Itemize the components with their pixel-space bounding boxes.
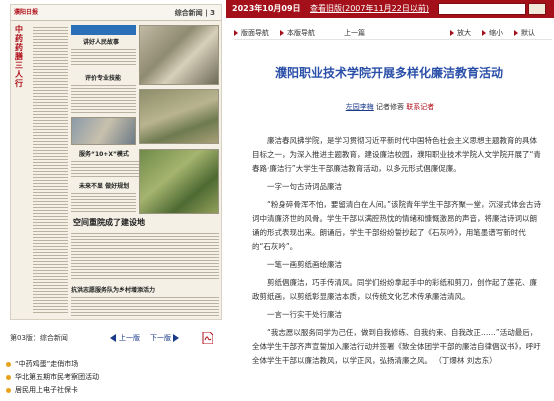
triangle-icon <box>234 30 238 36</box>
list-item[interactable]: 居民用上电子社保卡 <box>6 384 222 397</box>
reporter-name: 记者修蓉 <box>376 103 404 111</box>
thumb-photo-2 <box>139 89 219 144</box>
zoom-default-label: 默认 <box>521 29 535 37</box>
bullet-icon <box>6 374 11 380</box>
page-navigation: 第03版：综合新闻 上一版 下一版 <box>10 330 222 346</box>
article-body: 廉洁春风拂学院，是学习贯彻习近平新时代中国特色社会主义思想主题教育的具体目标之一… <box>252 134 542 372</box>
triangle-icon <box>450 30 454 36</box>
page-nav-link[interactable]: 版面导航 <box>234 26 269 40</box>
subheading: 一笔一画剪纸画绘廉洁 <box>267 260 342 269</box>
issue-date: 2023年10月09日 <box>232 4 301 13</box>
related-articles-list: “中药鸡蛋”走俏市场 华北第五期市民考察团活动 居民用上电子社保卡 <box>6 358 222 397</box>
top-bar: 2023年10月09日 查看旧版(2007年11月22日以前) <box>226 0 554 18</box>
thumb-text-column <box>71 231 219 279</box>
article-panel: 2023年10月09日 查看旧版(2007年11月22日以前) 版面导航 本版导… <box>226 0 554 401</box>
zoom-default-link[interactable]: 默认 <box>514 26 535 40</box>
page-nav-label: 版面导航 <box>241 29 269 37</box>
zoom-in-label: 放大 <box>457 29 471 37</box>
thumb-text-column <box>71 47 136 67</box>
this-page-nav-link[interactable]: 本版导航 <box>280 26 315 40</box>
author-link[interactable]: 左园李梅 <box>346 103 374 111</box>
paragraph: 剪纸倡廉洁，巧手传清风。同学们纷纷拿起手中的彩纸和剪刀，创作起了莲花、廉政剪纸画… <box>252 278 537 301</box>
article-title: 濮阳职业技术学院开展多样化廉洁教育活动 <box>274 66 503 80</box>
thumb-headline-2: 评价专业技能 <box>85 75 122 82</box>
thumb-photo-1 <box>139 25 219 85</box>
page-label: 第03版：综合新闻 <box>10 334 68 342</box>
triangle-icon <box>482 30 486 36</box>
list-item[interactable]: 华北第五期市民考察团活动 <box>6 371 222 384</box>
thumb-text-column <box>71 295 219 317</box>
thumb-headline-4: 未来不显 做好规划 <box>79 183 130 190</box>
byline: 左园李梅 记者修蓉 联系记者 <box>226 102 554 112</box>
article-navbar: 版面导航 本版导航 上一篇 放大 缩小 默认 <box>234 26 552 40</box>
paragraph: “我志愿以服务同学为己任，做到自我修练、自我约束、自我改正……”活动最后，全体学… <box>252 328 541 365</box>
list-item[interactable]: “中药鸡蛋”走俏市场 <box>6 358 222 371</box>
thumb-headline-3: 服务“10+X”模式 <box>79 151 129 158</box>
subheading: 一字一句古诗词品廉洁 <box>267 182 342 191</box>
search-input[interactable] <box>438 3 526 15</box>
newspaper-page-thumbnail[interactable]: 濮阳日报 综合新闻 | 3 中药药膳三人行 讲好人民故事 评价专业技能 服务“1… <box>10 4 222 320</box>
zoom-out-link[interactable]: 缩小 <box>482 26 503 40</box>
bullet-icon <box>6 361 11 367</box>
prev-page-label: 上一版 <box>119 334 140 342</box>
paragraph: 廉洁春风拂学院，是学习贯彻习近平新时代中国特色社会主义思想主题教育的具体目标之一… <box>252 136 541 173</box>
this-page-nav-label: 本版导航 <box>287 29 315 37</box>
contact-reporter-link[interactable]: 联系记者 <box>406 103 434 111</box>
thumb-headline-6: 抗洪志愿服务队为乡村增添活力 <box>71 287 156 294</box>
zoom-in-link[interactable]: 放大 <box>450 26 471 40</box>
bullet-icon <box>6 387 11 393</box>
thumb-page-name: 综合新闻 | 3 <box>174 9 215 17</box>
prev-page-link[interactable]: 上一版 <box>110 330 140 346</box>
thumb-text-column <box>71 191 136 213</box>
zoom-out-label: 缩小 <box>489 29 503 37</box>
related-link[interactable]: 华北第五期市民考察团活动 <box>15 373 99 381</box>
search-button[interactable] <box>528 3 546 15</box>
prev-article-link[interactable]: 上一篇 <box>344 26 365 40</box>
divider <box>234 39 552 40</box>
thumb-photo-3 <box>71 117 136 145</box>
thumb-headline-1: 讲好人民故事 <box>83 39 120 46</box>
thumb-text-column <box>71 83 136 113</box>
subheading: 一言一行实干处行廉洁 <box>267 310 342 319</box>
arrow-right-icon <box>173 334 180 342</box>
next-page-link[interactable]: 下一版 <box>150 330 182 346</box>
left-panel: 濮阳日报 综合新闻 | 3 中药药膳三人行 讲好人民故事 评价专业技能 服务“1… <box>0 0 226 401</box>
next-page-label: 下一版 <box>150 334 171 342</box>
related-link[interactable]: “中药鸡蛋”走俏市场 <box>15 360 78 368</box>
thumb-masthead: 濮阳日报 <box>14 9 39 16</box>
pdf-icon[interactable] <box>202 332 213 344</box>
paragraph: “粉身碎骨浑不怕，要留清白在人间。”该院青年学生干部齐聚一堂，沉浸式体会古诗词中… <box>252 200 542 251</box>
triangle-icon <box>514 30 518 36</box>
arrow-left-icon <box>110 334 116 342</box>
thumb-blue-banner <box>71 25 136 35</box>
thumb-photo-4 <box>139 149 219 214</box>
old-version-link[interactable]: 查看旧版(2007年11月22日以前) <box>310 3 429 14</box>
related-link[interactable]: 居民用上电子社保卡 <box>15 386 78 394</box>
thumb-text-column <box>33 25 68 315</box>
triangle-icon <box>280 30 284 36</box>
thumb-vertical-title: 中药药膳三人行 <box>15 25 23 88</box>
thumb-big-headline: 空间重院成了建设地 <box>73 218 145 227</box>
